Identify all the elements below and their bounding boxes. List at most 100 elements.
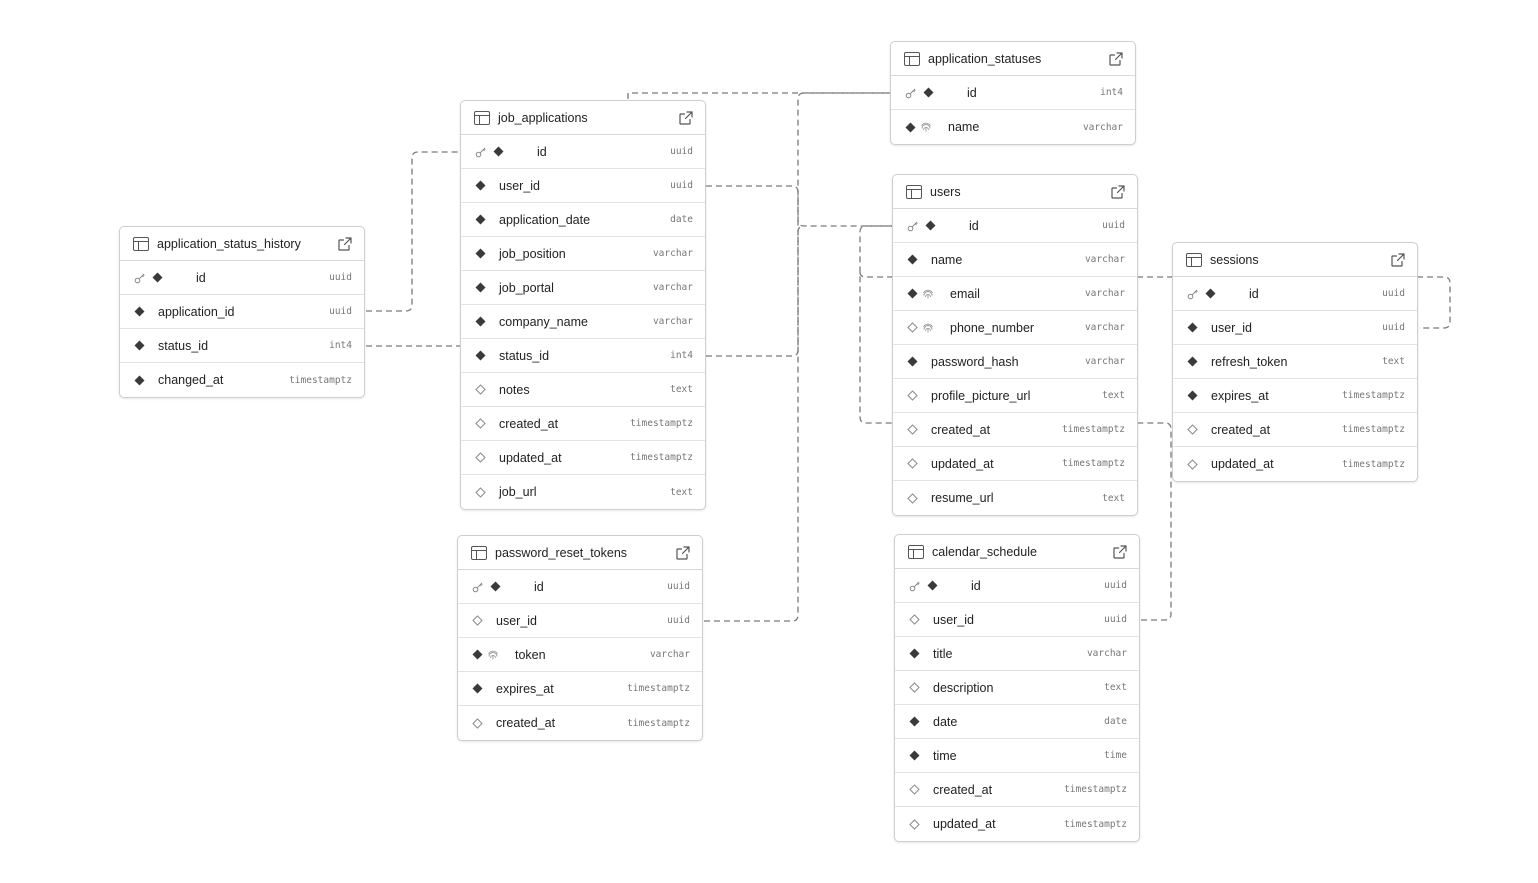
column-row-email[interactable]: email varchar <box>893 277 1137 311</box>
column-row-name[interactable]: name varchar <box>891 110 1135 144</box>
column-row-created-at[interactable]: created_at timestamptz <box>1173 413 1417 447</box>
column-icons <box>906 220 936 232</box>
external-link-icon[interactable] <box>1109 51 1123 66</box>
external-link-icon[interactable] <box>1391 252 1405 267</box>
column-type: text <box>670 384 693 395</box>
external-link-icon[interactable] <box>338 236 352 251</box>
column-icons <box>906 492 918 504</box>
filled-diamond-icon <box>133 374 145 386</box>
column-row-user-id[interactable]: user_id uuid <box>1173 311 1417 345</box>
column-row-notes[interactable]: notes text <box>461 373 705 407</box>
table-users[interactable]: users id uuid name varchar email varchar phone_… <box>892 174 1138 516</box>
column-name: job_position <box>499 246 566 261</box>
column-row-job-url[interactable]: job_url text <box>461 475 705 509</box>
column-icons <box>471 683 483 695</box>
table-icon <box>906 184 922 199</box>
column-row-updated-at[interactable]: updated_at timestamptz <box>895 807 1139 841</box>
column-row-title[interactable]: title varchar <box>895 637 1139 671</box>
column-type: varchar <box>1086 648 1127 659</box>
column-row-updated-at[interactable]: updated_at timestamptz <box>893 447 1137 481</box>
column-row-profile-picture-url[interactable]: profile_picture_url text <box>893 379 1137 413</box>
column-row-id[interactable]: id uuid <box>895 569 1139 603</box>
column-name: status_id <box>158 338 209 353</box>
external-link-icon[interactable] <box>676 545 690 560</box>
column-row-status-id[interactable]: status_id int4 <box>120 329 364 363</box>
column-type: varchar <box>1084 322 1125 333</box>
column-row-time[interactable]: time time <box>895 739 1139 773</box>
column-name: expires_at <box>496 681 554 696</box>
column-row-application-id[interactable]: application_id uuid <box>120 295 364 329</box>
column-row-id[interactable]: id uuid <box>461 135 705 169</box>
column-row-refresh-token[interactable]: refresh_token text <box>1173 345 1417 379</box>
column-row-application-date[interactable]: application_date date <box>461 203 705 237</box>
column-icons <box>471 615 483 627</box>
column-name: company_name <box>499 314 588 329</box>
hollow-diamond-icon <box>906 424 918 436</box>
column-row-token[interactable]: token varchar <box>458 638 702 672</box>
column-type: timestamptz <box>1062 458 1125 469</box>
key-icon <box>908 580 922 592</box>
column-icons <box>1186 390 1198 402</box>
column-row-created-at[interactable]: created_at timestamptz <box>895 773 1139 807</box>
column-row-created-at[interactable]: created_at timestamptz <box>458 706 702 740</box>
column-name: id <box>537 144 547 159</box>
filled-diamond-icon <box>904 121 916 133</box>
column-type: uuid <box>670 146 693 157</box>
column-row-job-position[interactable]: job_position varchar <box>461 237 705 271</box>
table-application-statuses[interactable]: application_statuses id int4 name varchar <box>890 41 1136 145</box>
column-name: updated_at <box>499 450 562 465</box>
column-type: uuid <box>329 272 352 283</box>
column-row-id[interactable]: id uuid <box>893 209 1137 243</box>
column-row-created-at[interactable]: created_at timestamptz <box>893 413 1137 447</box>
column-row-name[interactable]: name varchar <box>893 243 1137 277</box>
column-icons <box>1186 356 1198 368</box>
table-header[interactable]: job_applications <box>461 101 705 135</box>
column-row-updated-at[interactable]: updated_at timestamptz <box>461 441 705 475</box>
column-row-status-id[interactable]: status_id int4 <box>461 339 705 373</box>
column-type: timestamptz <box>1342 424 1405 435</box>
table-calendar-schedule[interactable]: calendar_schedule id uuid user_id uuid title v… <box>894 534 1140 842</box>
column-row-job-portal[interactable]: job_portal varchar <box>461 271 705 305</box>
table-header[interactable]: sessions <box>1173 243 1417 277</box>
hollow-diamond-icon <box>908 682 920 694</box>
column-row-user-id[interactable]: user_id uuid <box>458 604 702 638</box>
table-password-reset-tokens[interactable]: password_reset_tokens id uuid user_id uuid to… <box>457 535 703 741</box>
column-row-id[interactable]: id uuid <box>120 261 364 295</box>
column-type: timestamptz <box>627 683 690 694</box>
table-job-applications[interactable]: job_applicationsid uuid user_id uuid applica… <box>460 100 706 510</box>
column-icons <box>908 750 920 762</box>
column-row-phone-number[interactable]: phone_number varchar <box>893 311 1137 345</box>
column-row-expires-at[interactable]: expires_at timestamptz <box>458 672 702 706</box>
table-header[interactable]: application_status_history <box>120 227 364 261</box>
column-row-resume-url[interactable]: resume_url text <box>893 481 1137 515</box>
hollow-diamond-icon <box>1186 458 1198 470</box>
column-row-user-id[interactable]: user_id uuid <box>895 603 1139 637</box>
table-header[interactable]: application_statuses <box>891 42 1135 76</box>
external-link-icon[interactable] <box>1111 184 1125 199</box>
column-name: job_url <box>499 485 537 499</box>
column-row-description[interactable]: description text <box>895 671 1139 705</box>
table-header[interactable]: users <box>893 175 1137 209</box>
column-row-id[interactable]: id int4 <box>891 76 1135 110</box>
column-row-password-hash[interactable]: password_hash varchar <box>893 345 1137 379</box>
filled-diamond-icon <box>908 648 920 660</box>
column-row-updated-at[interactable]: updated_at timestamptz <box>1173 447 1417 481</box>
table-sessions[interactable]: sessions id uuid user_id uuid refresh_token te… <box>1172 242 1418 482</box>
table-application-status-history[interactable]: application_status_history id uuid applicat… <box>119 226 365 398</box>
column-row-created-at[interactable]: created_at timestamptz <box>461 407 705 441</box>
column-row-company-name[interactable]: company_name varchar <box>461 305 705 339</box>
table-header[interactable]: password_reset_tokens <box>458 536 702 570</box>
column-row-user-id[interactable]: user_id uuid <box>461 169 705 203</box>
column-icons <box>133 272 163 284</box>
filled-diamond-icon <box>1186 322 1198 334</box>
filled-diamond-icon <box>906 288 918 300</box>
external-link-icon[interactable] <box>679 110 693 125</box>
column-row-id[interactable]: id uuid <box>458 570 702 604</box>
column-icons <box>133 340 145 352</box>
column-row-changed-at[interactable]: changed_at timestamptz <box>120 363 364 397</box>
column-row-expires-at[interactable]: expires_at timestamptz <box>1173 379 1417 413</box>
external-link-icon[interactable] <box>1113 544 1127 559</box>
column-row-id[interactable]: id uuid <box>1173 277 1417 311</box>
table-header[interactable]: calendar_schedule <box>895 535 1139 569</box>
column-row-date[interactable]: date date <box>895 705 1139 739</box>
